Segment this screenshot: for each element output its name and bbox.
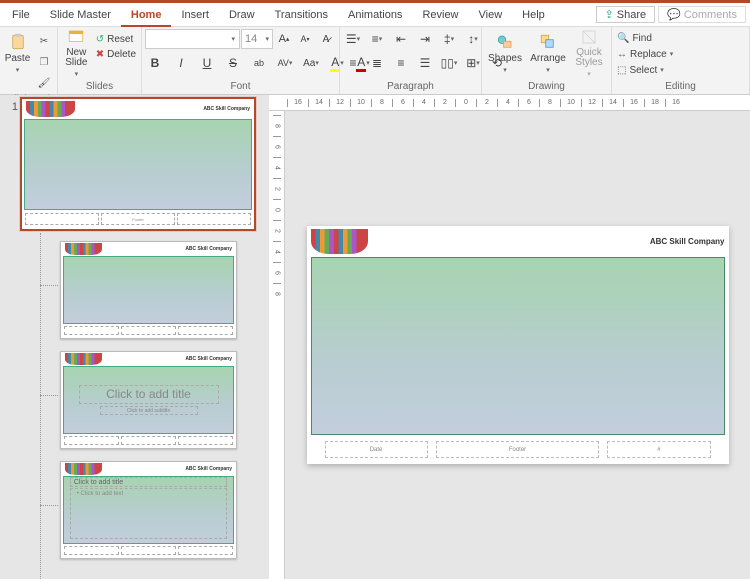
menu-view[interactable]: View bbox=[469, 3, 513, 27]
company-label: ABC Skill Company bbox=[650, 237, 725, 246]
menu-animations[interactable]: Animations bbox=[338, 3, 412, 27]
menu-slide-master[interactable]: Slide Master bbox=[40, 3, 121, 27]
logo-icon bbox=[65, 243, 102, 255]
ribbon: Paste▾ Clipboard New Slide▾ ↺Reset ✖Dele… bbox=[0, 27, 750, 95]
slide-number-placeholder[interactable]: # bbox=[607, 441, 710, 458]
layout-thumbnail-3[interactable]: ABC Skill Company Click to add title • C… bbox=[60, 461, 237, 559]
paragraph-group-label: Paragraph bbox=[343, 80, 478, 94]
inc-indent-button[interactable]: ⇥ bbox=[415, 29, 435, 49]
date-placeholder[interactable]: Date bbox=[325, 441, 428, 458]
columns-button[interactable]: ▯▯▾ bbox=[439, 53, 459, 73]
change-case-button[interactable]: Aa▾ bbox=[301, 53, 321, 73]
edit-area: 16141210864202468101214161816 864202468 … bbox=[269, 95, 750, 579]
footer-placeholder[interactable]: Footer bbox=[436, 441, 600, 458]
slides-group-label: Slides bbox=[61, 80, 138, 94]
layout-thumbnail-1[interactable]: ABC Skill Company bbox=[60, 241, 237, 339]
arrange-icon bbox=[539, 33, 557, 51]
numbering-button[interactable]: ≡▾ bbox=[367, 29, 387, 49]
comments-button[interactable]: 💬Comments bbox=[658, 6, 746, 23]
title-placeholder: Click to add title bbox=[79, 385, 219, 404]
justify-button[interactable]: ☰ bbox=[415, 53, 435, 73]
company-label: ABC Skill Company bbox=[185, 246, 232, 252]
reset-button[interactable]: ↺Reset bbox=[94, 32, 138, 46]
italic-button[interactable]: I bbox=[171, 53, 191, 73]
align-text-button[interactable]: ⊞▾ bbox=[463, 53, 483, 73]
menu-transitions[interactable]: Transitions bbox=[265, 3, 338, 27]
bold-button[interactable]: B bbox=[145, 53, 165, 73]
menu-file[interactable]: File bbox=[2, 3, 40, 27]
editing-group-label: Editing bbox=[615, 80, 746, 94]
menu-draw[interactable]: Draw bbox=[219, 3, 265, 27]
find-button[interactable]: 🔍Find bbox=[615, 31, 654, 45]
strike-button[interactable]: S bbox=[223, 53, 243, 73]
char-spacing-button[interactable]: AV▾ bbox=[275, 53, 295, 73]
shapes-button[interactable]: Shapes▾ bbox=[485, 29, 525, 77]
thumb-number-1: 1 bbox=[4, 99, 18, 113]
new-slide-icon bbox=[67, 28, 85, 46]
quick-styles-button[interactable]: Quick Styles▾ bbox=[571, 29, 607, 77]
subtitle-placeholder: Click to add subtitle bbox=[100, 406, 198, 416]
align-right-button[interactable]: ≡ bbox=[391, 53, 411, 73]
company-label: ABC Skill Company bbox=[185, 466, 232, 472]
format-painter-button[interactable] bbox=[34, 73, 54, 93]
company-label: ABC Skill Company bbox=[203, 106, 250, 112]
quick-styles-icon bbox=[580, 28, 598, 46]
horizontal-ruler: 16141210864202468101214161816 bbox=[269, 95, 750, 111]
shadow-button[interactable]: ab bbox=[249, 53, 269, 73]
font-group-label: Font bbox=[145, 80, 336, 94]
shrink-font-button[interactable]: A▾ bbox=[295, 29, 315, 49]
find-icon: 🔍 bbox=[617, 33, 629, 44]
replace-icon: ↔ bbox=[617, 49, 627, 60]
master-thumbnail[interactable]: ABC Skill Company Footer bbox=[22, 99, 254, 229]
paste-button[interactable]: Paste▾ bbox=[3, 29, 32, 77]
line-spacing-button[interactable]: ‡▾ bbox=[439, 29, 459, 49]
main-slide[interactable]: ABC Skill Company Date Footer # bbox=[307, 226, 729, 464]
font-size-combo[interactable]: 14▾ bbox=[241, 29, 273, 49]
font-name-combo[interactable]: ▾ bbox=[145, 29, 240, 49]
clipboard-icon bbox=[9, 33, 27, 51]
new-slide-button[interactable]: New Slide▾ bbox=[61, 29, 92, 77]
drawing-group-label: Drawing bbox=[485, 80, 608, 94]
reset-icon: ↺ bbox=[96, 34, 104, 45]
content-placeholder: • Click to add text bbox=[70, 488, 228, 539]
select-icon: ⬚ bbox=[617, 65, 626, 76]
replace-button[interactable]: ↔Replace ▾ bbox=[615, 47, 675, 61]
logo-icon bbox=[65, 463, 102, 475]
vertical-ruler: 864202468 bbox=[269, 111, 285, 579]
underline-button[interactable]: U bbox=[197, 53, 217, 73]
menu-bar: File Slide Master Home Insert Draw Trans… bbox=[0, 3, 750, 27]
delete-icon: ✖ bbox=[96, 49, 104, 60]
logo-icon bbox=[311, 229, 369, 254]
title-placeholder: Click to add title bbox=[70, 477, 228, 487]
text-direction-button[interactable]: ↕▾ bbox=[463, 29, 483, 49]
logo-icon bbox=[26, 101, 75, 117]
grow-font-button[interactable]: A▴ bbox=[274, 29, 294, 49]
dec-indent-button[interactable]: ⇤ bbox=[391, 29, 411, 49]
copy-button[interactable] bbox=[34, 52, 54, 72]
menu-insert[interactable]: Insert bbox=[171, 3, 219, 27]
share-button[interactable]: ⇪Share bbox=[596, 6, 656, 23]
menu-help[interactable]: Help bbox=[512, 3, 555, 27]
slide-body bbox=[311, 257, 725, 436]
align-center-button[interactable]: ≣ bbox=[367, 53, 387, 73]
cut-button[interactable] bbox=[34, 31, 54, 51]
bullets-button[interactable]: ☰▾ bbox=[343, 29, 363, 49]
menu-home[interactable]: Home bbox=[121, 3, 172, 27]
layout-thumbnail-2[interactable]: ABC Skill Company Click to add title Cli… bbox=[60, 351, 237, 449]
clear-format-button[interactable]: A̷ bbox=[316, 29, 336, 49]
logo-icon bbox=[65, 353, 102, 365]
shapes-icon bbox=[496, 33, 514, 51]
arrange-button[interactable]: Arrange▾ bbox=[527, 29, 569, 77]
slide-thumbnails-pane: 1 ABC Skill Company Footer ABC Skill Com… bbox=[0, 95, 269, 579]
delete-button[interactable]: ✖Delete bbox=[94, 47, 138, 61]
menu-review[interactable]: Review bbox=[412, 3, 468, 27]
select-button[interactable]: ⬚Select ▾ bbox=[615, 63, 666, 77]
company-label: ABC Skill Company bbox=[185, 356, 232, 362]
align-left-button[interactable]: ≡ bbox=[343, 53, 363, 73]
